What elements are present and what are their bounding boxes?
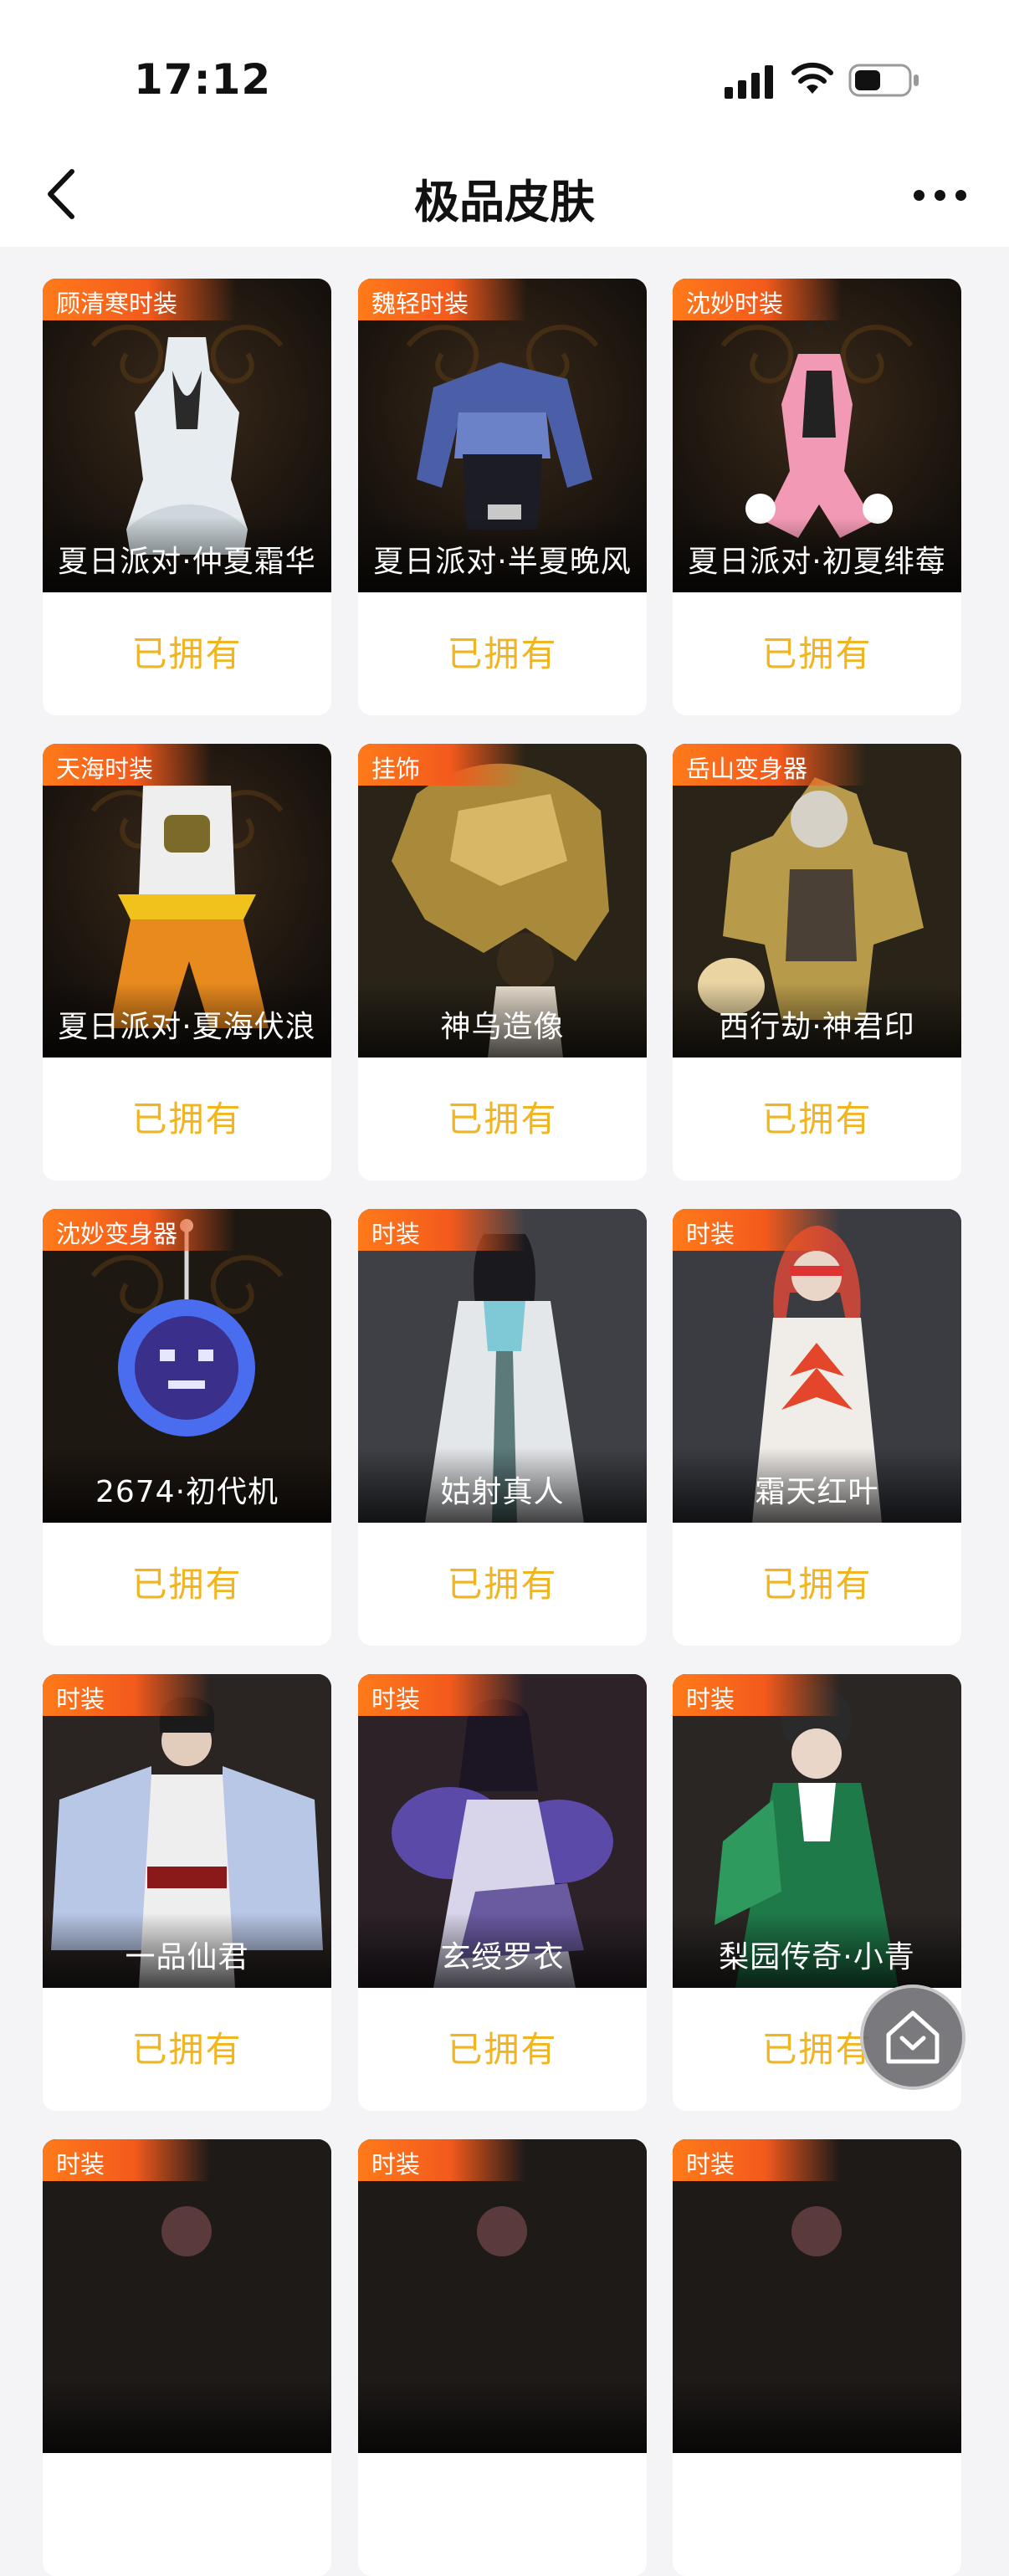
owned-status: 已拥有: [447, 1564, 558, 1605]
category-tag: 岳山变身器: [673, 744, 867, 786]
page-title: 极品皮肤: [414, 176, 595, 228]
skin-card[interactable]: 西行劫·神君印 岳山变身器已拥有: [673, 744, 961, 1180]
skin-card[interactable]: 2674·初代机 沈妙变身器已拥有: [43, 1209, 331, 1646]
name-overlay: [358, 2378, 647, 2453]
category-tag: 时装: [358, 2139, 525, 2181]
owned-status: 已拥有: [447, 2029, 558, 2070]
skin-thumbnail: 时装: [358, 2139, 647, 2453]
category-tag: 时装: [43, 2139, 210, 2181]
skin-thumbnail: 夏日派对·仲夏霜华 顾清寒时装: [43, 279, 331, 592]
skin-name: 霜天红叶: [755, 1475, 879, 1509]
wifi-icon: [791, 62, 833, 94]
skin-thumbnail: 梨园传奇·小青 时装: [673, 1674, 961, 1988]
skin-card[interactable]: 时装: [673, 2139, 961, 2576]
skin-thumbnail: 西行劫·神君印 岳山变身器: [673, 744, 961, 1058]
owned-status: 已拥有: [447, 633, 558, 674]
skin-name: 梨园传奇·小青: [719, 1940, 915, 1974]
skin-card[interactable]: 神乌造像 挂饰已拥有: [358, 744, 647, 1180]
skin-name: 玄绶罗衣: [440, 1940, 565, 1974]
owned-status: 已拥有: [131, 2029, 243, 2070]
skin-thumbnail: 神乌造像 挂饰: [358, 744, 647, 1058]
skin-card[interactable]: 夏日派对·半夏晚风 魏轻时装已拥有: [358, 279, 647, 715]
category-tag: 顾清寒时装: [43, 279, 237, 320]
skin-card[interactable]: 夏日派对·初夏绯莓 沈妙时装已拥有: [673, 279, 961, 715]
skin-card[interactable]: 夏日派对·夏海伏浪 天海时装已拥有: [43, 744, 331, 1180]
owned-status: 已拥有: [761, 1099, 873, 1139]
category-tag: 魏轻时装: [358, 279, 528, 320]
skin-thumbnail: 2674·初代机 沈妙变身器: [43, 1209, 331, 1523]
home-icon: [886, 2010, 940, 2064]
skin-thumbnail: 夏日派对·初夏绯莓 沈妙时装: [673, 279, 961, 592]
category-tag: 天海时装: [43, 744, 213, 786]
name-overlay: [43, 2378, 331, 2453]
owned-status: [43, 2453, 331, 2576]
category-tag: 时装: [43, 1674, 210, 1716]
owned-status: [673, 2453, 961, 2576]
owned-status: 已拥有: [761, 1564, 873, 1605]
cellular-signal-icon: [725, 65, 773, 99]
nav-bar: 极品皮肤: [0, 146, 1009, 247]
category-tag: 时装: [358, 1674, 525, 1716]
skin-name: 夏日派对·夏海伏浪: [58, 1010, 316, 1044]
category-tag: 沈妙时装: [673, 279, 843, 320]
skin-card[interactable]: 玄绶罗衣 时装已拥有: [358, 1674, 647, 2111]
skin-card[interactable]: 时装: [43, 2139, 331, 2576]
category-tag: 挂饰: [358, 744, 525, 786]
skin-thumbnail: 夏日派对·夏海伏浪 天海时装: [43, 744, 331, 1058]
skin-card[interactable]: 夏日派对·仲夏霜华 顾清寒时装已拥有: [43, 279, 331, 715]
skin-thumbnail: 霜天红叶 时装: [673, 1209, 961, 1523]
skin-name: 一品仙君: [125, 1940, 249, 1974]
skin-card[interactable]: 姑射真人 时装已拥有: [358, 1209, 647, 1646]
owned-status: 已拥有: [131, 1099, 243, 1139]
owned-status: 已拥有: [761, 633, 873, 674]
skin-thumbnail: 一品仙君 时装: [43, 1674, 331, 1988]
skin-card[interactable]: 时装: [358, 2139, 647, 2576]
skin-name: 夏日派对·初夏绯莓: [688, 545, 946, 579]
floating-home-button[interactable]: [860, 1984, 965, 2090]
skin-name: 夏日派对·半夏晚风: [373, 545, 632, 579]
owned-status: [358, 2453, 647, 2576]
skin-name: 2674·初代机: [95, 1475, 279, 1509]
name-overlay: [673, 2378, 961, 2453]
category-tag: 时装: [673, 2139, 840, 2181]
skin-name: 西行劫·神君印: [719, 1010, 915, 1044]
status-time: 17:12: [134, 55, 272, 104]
owned-status: 已拥有: [131, 1564, 243, 1605]
battery-icon: [848, 64, 919, 97]
category-tag: 时装: [358, 1209, 525, 1251]
category-tag: 时装: [673, 1674, 840, 1716]
skin-name: 姑射真人: [440, 1475, 565, 1509]
skin-name: 神乌造像: [440, 1010, 565, 1044]
status-bar: 17:12: [0, 0, 1009, 146]
more-options-icon[interactable]: [910, 182, 969, 207]
skin-name: 夏日派对·仲夏霜华: [58, 545, 316, 579]
owned-status: 已拥有: [447, 1099, 558, 1139]
owned-status: 已拥有: [131, 633, 243, 674]
skin-thumbnail: 时装: [43, 2139, 331, 2453]
skin-thumbnail: 姑射真人 时装: [358, 1209, 647, 1523]
category-tag: 时装: [673, 1209, 840, 1251]
skin-thumbnail: 玄绶罗衣 时装: [358, 1674, 647, 1988]
skin-thumbnail: 夏日派对·半夏晚风 魏轻时装: [358, 279, 647, 592]
skin-thumbnail: 时装: [673, 2139, 961, 2453]
skin-card[interactable]: 一品仙君 时装已拥有: [43, 1674, 331, 2111]
skin-card[interactable]: 霜天红叶 时装已拥有: [673, 1209, 961, 1646]
category-tag: 沈妙变身器: [43, 1209, 237, 1251]
